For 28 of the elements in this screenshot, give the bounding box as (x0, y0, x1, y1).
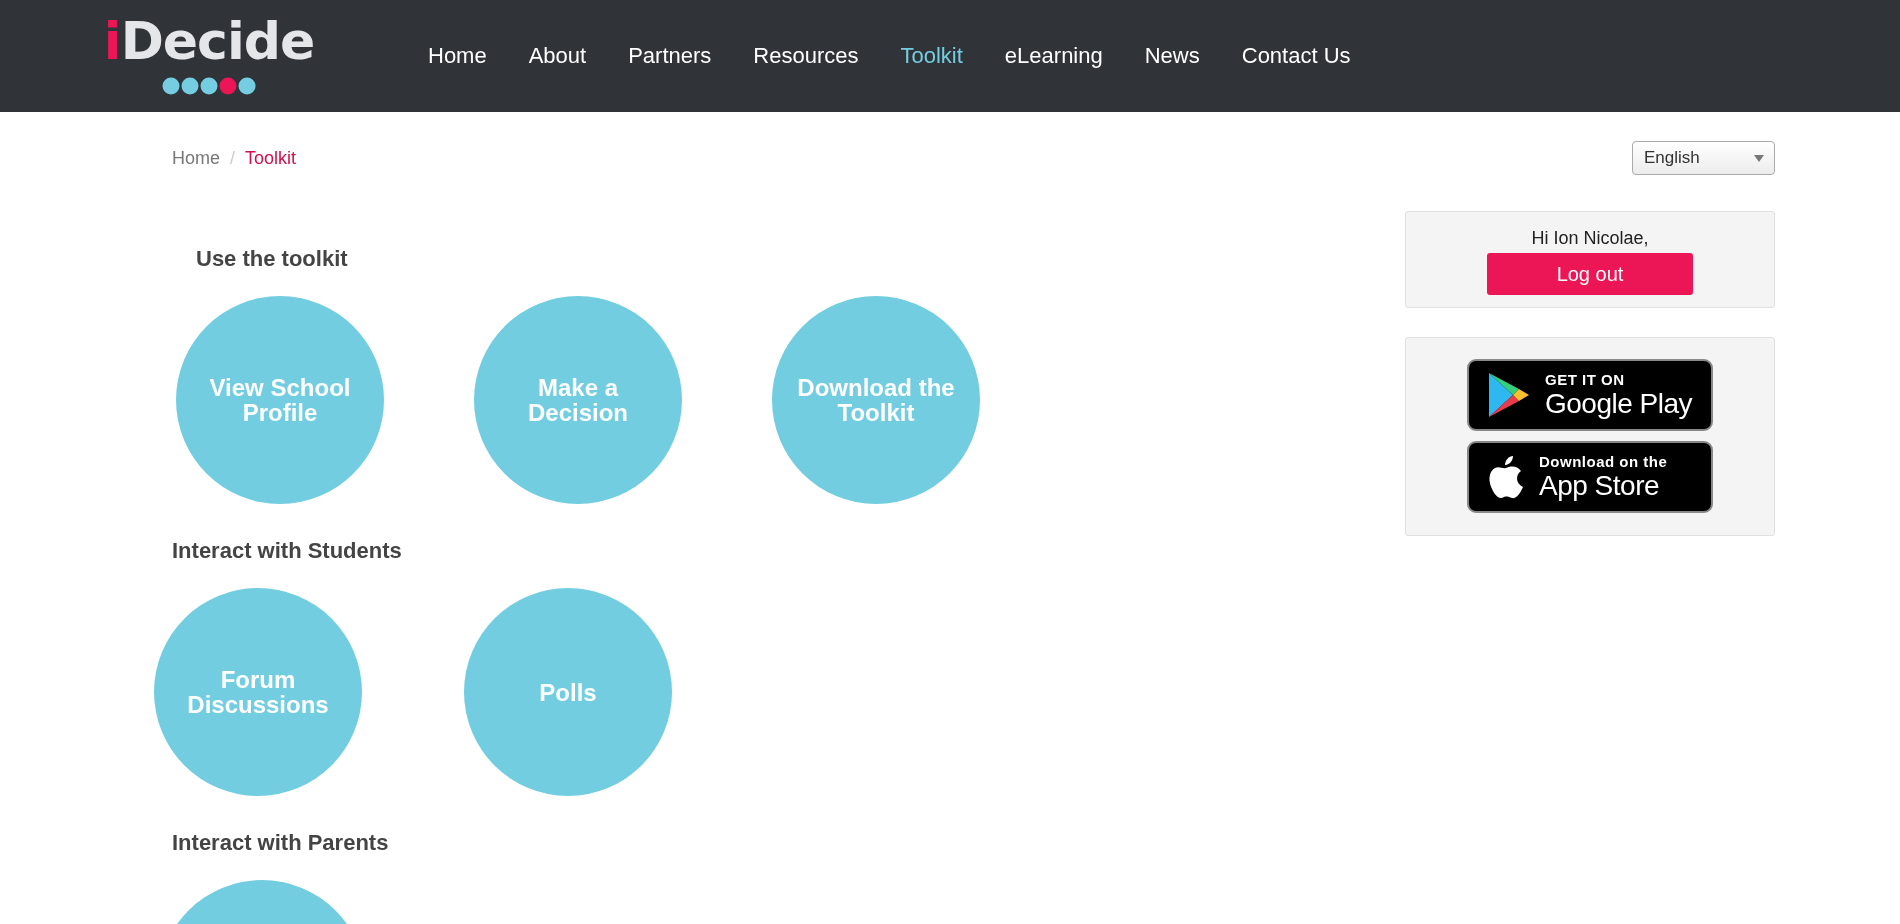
nav-link[interactable]: Partners (628, 43, 712, 69)
nav-link[interactable]: Toolkit (900, 43, 963, 69)
nav-link[interactable]: Contact Us (1241, 43, 1351, 69)
badge-store-name: App Store (1539, 472, 1661, 500)
badge-caption: GET IT ON (1545, 372, 1626, 387)
app-store-badge[interactable]: Download on the App Store (1467, 441, 1713, 513)
logout-button[interactable]: Log out (1487, 253, 1693, 295)
section-heading: Use the toolkit (196, 246, 349, 272)
caret-icon (1754, 154, 1764, 162)
nav-link[interactable]: eLearning (1004, 43, 1103, 69)
nav-link[interactable]: About (528, 43, 587, 69)
play-triangle-icon (1487, 371, 1531, 419)
breadcrumb-separator: / (230, 147, 236, 169)
section-heading: Interact with Parents (172, 830, 390, 856)
breadcrumb-link[interactable]: Toolkit (245, 147, 297, 169)
logo[interactable]: iDecide (103, 11, 315, 71)
nav-link[interactable]: Home (428, 43, 487, 69)
language-select[interactable]: English (1632, 141, 1775, 175)
badge-store-name: Google Play (1545, 390, 1693, 418)
section-heading: Interact with Students (172, 538, 403, 564)
badge-caption: Download on the (1539, 454, 1668, 469)
logo-dots-icon (160, 75, 258, 97)
apple-icon (1487, 454, 1525, 500)
nav-link[interactable]: News (1144, 43, 1200, 69)
google-play-badge[interactable]: GET IT ON Google Play (1467, 359, 1713, 431)
nav-link[interactable]: Resources (753, 43, 859, 69)
greeting-text: Hi Ion Nicolae, (1531, 228, 1649, 249)
breadcrumb-link[interactable]: Home (172, 147, 220, 169)
